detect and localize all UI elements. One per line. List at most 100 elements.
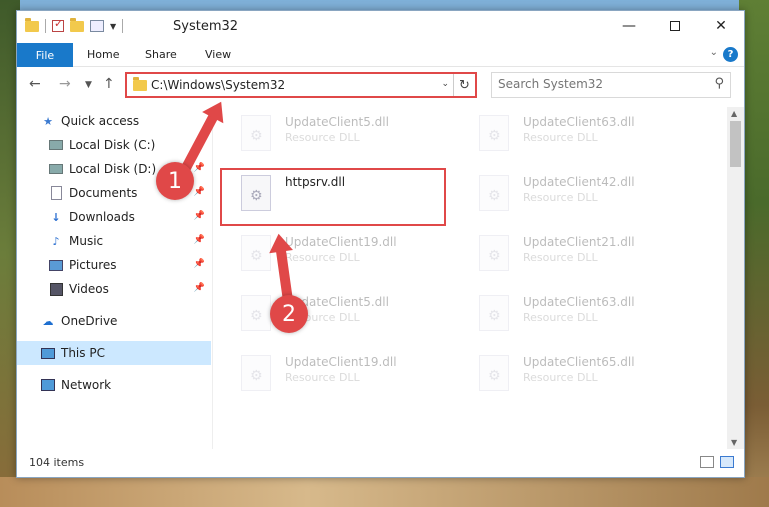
music-icon: ♪ [52,234,60,248]
sidebar-item-label: Quick access [61,114,140,128]
sidebar-item-pictures[interactable]: Pictures 📌 [17,253,211,277]
expand-ribbon-chevron-icon[interactable]: ⌄ [710,47,718,58]
search-box[interactable]: ⚲ [491,72,731,98]
file-item[interactable]: UpdateClient63.dll Resource DLL [453,287,673,337]
file-item[interactable]: UpdateClient42.dll Resource DLL [453,167,673,217]
new-folder-icon[interactable] [70,17,84,32]
dll-file-icon [479,235,509,271]
file-name: UpdateClient63.dll [523,295,635,309]
sidebar-item-onedrive[interactable]: ☁ OneDrive [17,309,211,333]
refresh-icon[interactable]: ↻ [453,74,475,96]
dll-file-icon [241,115,271,151]
address-dropdown-chevron-icon[interactable]: ⌄ [441,79,449,89]
sidebar-item-label: Documents [69,186,138,200]
back-arrow-icon[interactable]: ← [29,76,41,92]
pictures-icon [49,259,63,271]
sidebar-item-label: OneDrive [61,314,118,328]
dll-file-icon [479,295,509,331]
toolbar-separator [122,19,124,33]
cloud-icon: ☁ [42,314,54,328]
search-icon[interactable]: ⚲ [714,76,724,91]
quick-access-toolbar: ▼ [25,17,124,33]
customize-toolbar-chevron-icon[interactable]: ▼ [110,22,116,31]
dll-file-icon [479,355,509,391]
file-name: UpdateClient42.dll [523,175,635,189]
file-type: Resource DLL [285,371,360,384]
minimize-button[interactable]: — [606,11,652,41]
sidebar-item-network[interactable]: Network [17,373,211,397]
search-input[interactable] [498,77,698,91]
tab-share[interactable]: Share [145,48,177,61]
sidebar-item-label: Pictures [69,258,117,272]
dll-file-icon [479,175,509,211]
scroll-down-arrow-icon[interactable]: ▼ [731,438,737,447]
file-type: Resource DLL [523,131,598,144]
navigation-pane: ★ Quick access Local Disk (C:) 📌 Local D… [17,107,213,449]
close-button[interactable]: ✕ [698,11,744,41]
details-view-icon[interactable] [700,456,714,468]
address-row: ← → ▼ ↑ C:\Windows\System32 ⌄ ↻ ⚲ [17,68,744,102]
step-2-badge: 2 [270,295,308,333]
pin-icon[interactable]: 📌 [194,163,205,173]
view-properties-icon[interactable] [90,20,104,32]
videos-icon [49,282,63,296]
up-arrow-icon[interactable]: ↑ [103,76,115,92]
pin-icon[interactable]: 📌 [194,211,205,221]
file-item[interactable]: UpdateClient63.dll Resource DLL [453,107,673,157]
file-type: Resource DLL [523,251,598,264]
sidebar-item-label: Music [69,234,104,248]
documents-icon [50,186,62,200]
file-item[interactable]: UpdateClient21.dll Resource DLL [453,227,673,277]
status-bar: 104 items [17,449,744,477]
sidebar-item-music[interactable]: ♪ Music 📌 [17,229,211,253]
tab-file[interactable]: File [17,43,73,67]
large-icons-view-icon[interactable] [720,456,734,468]
sidebar-item-videos[interactable]: Videos 📌 [17,277,211,301]
pin-icon[interactable]: 📌 [194,259,205,269]
maximize-icon [670,21,680,31]
pin-icon[interactable]: 📌 [194,283,205,293]
pin-icon[interactable]: 📌 [194,235,205,245]
sidebar-item-this-pc[interactable]: This PC [17,341,211,365]
sidebar-item-label: This PC [61,346,105,360]
computer-icon [41,347,55,359]
tab-view[interactable]: View [205,48,231,61]
highlight-box-httpsrv [220,168,446,226]
address-bar[interactable]: C:\Windows\System32 ⌄ ↻ [125,72,477,98]
toolbar-separator [45,19,46,33]
file-type: Resource DLL [285,131,360,144]
drive-icon [49,140,63,150]
file-item[interactable]: UpdateClient5.dll Resource DLL [215,107,435,157]
file-item[interactable]: UpdateClient5.dll Resource DLL [215,287,435,337]
sidebar-item-downloads[interactable]: ↓ Downloads 📌 [17,205,211,229]
file-name: UpdateClient21.dll [523,235,635,249]
file-name: UpdateClient19.dll [285,355,397,369]
help-icon[interactable]: ? [723,47,738,62]
dll-file-icon [241,355,271,391]
recent-locations-chevron-icon[interactable]: ▼ [85,80,92,90]
file-item[interactable]: UpdateClient19.dll Resource DLL [215,347,435,397]
minimize-icon: — [622,18,636,34]
sidebar-item-label: Local Disk (D:) [69,162,157,176]
scroll-up-arrow-icon[interactable]: ▲ [731,109,737,118]
sidebar-item-local-disk-c[interactable]: Local Disk (C:) 📌 [17,133,211,157]
file-type: Resource DLL [523,311,598,324]
scroll-thumb[interactable] [730,121,741,167]
file-name: UpdateClient65.dll [523,355,635,369]
file-name: UpdateClient19.dll [285,235,397,249]
address-path[interactable]: C:\Windows\System32 [151,78,285,92]
file-item[interactable]: UpdateClient65.dll Resource DLL [453,347,673,397]
properties-check-icon[interactable] [52,17,64,32]
dll-file-icon [479,115,509,151]
pin-icon[interactable]: 📌 [194,187,205,197]
maximize-button[interactable] [652,11,698,41]
file-item[interactable]: UpdateClient19.dll Resource DLL [215,227,435,277]
close-icon: ✕ [715,18,727,34]
drive-icon [49,164,63,174]
network-icon [41,379,55,391]
tab-home[interactable]: Home [87,48,119,61]
vertical-scrollbar[interactable]: ▲ ▼ [727,107,744,449]
file-list: UpdateClient5.dll Resource DLL httpsrv.d… [215,107,727,449]
step-1-badge: 1 [156,162,194,200]
forward-arrow-icon[interactable]: → [59,76,71,92]
